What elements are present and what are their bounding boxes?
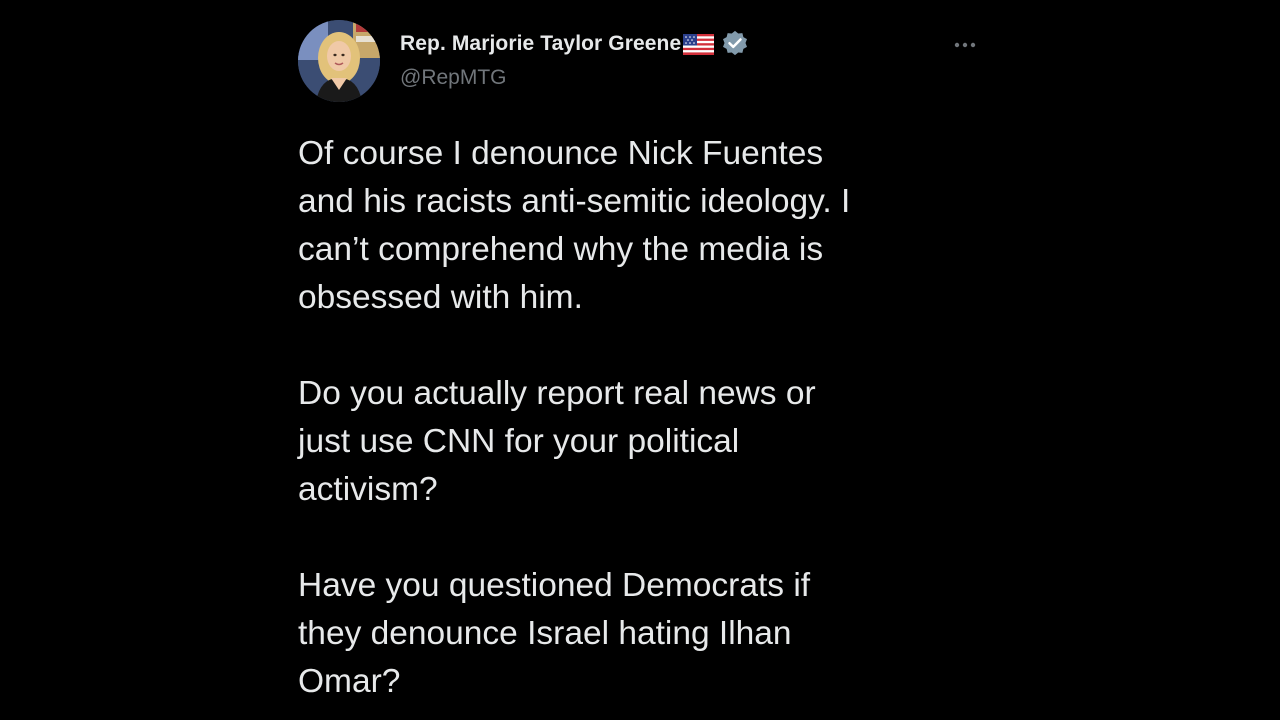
- tweet-paragraph: Of course I denounce Nick Fuentes and hi…: [298, 135, 851, 316]
- verified-badge-icon[interactable]: [720, 29, 750, 59]
- tweet-card: Rep. Marjorie Taylor Greene @RepMTG Of c…: [298, 20, 988, 720]
- tweet-text: Of course I denounce Nick Fuentes and hi…: [298, 130, 978, 706]
- display-name-row: Rep. Marjorie Taylor Greene: [400, 30, 750, 58]
- avatar[interactable]: [298, 20, 380, 102]
- tweet-header: Rep. Marjorie Taylor Greene @RepMTG: [298, 20, 988, 104]
- more-options-icon[interactable]: [952, 32, 978, 58]
- tweet-paragraph: Have you questioned Democrats if they de…: [298, 567, 811, 700]
- author-names: Rep. Marjorie Taylor Greene @RepMTG: [400, 30, 750, 90]
- us-flag-icon: [683, 33, 715, 55]
- tweet-paragraph: Do you actually report real news or just…: [298, 375, 816, 508]
- author-handle[interactable]: @RepMTG: [400, 66, 750, 90]
- display-name[interactable]: Rep. Marjorie Taylor Greene: [400, 32, 681, 56]
